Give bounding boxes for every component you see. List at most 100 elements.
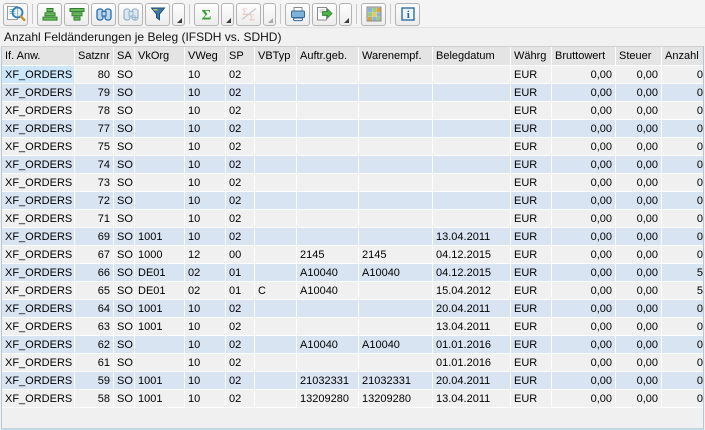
- cell-bruttowert[interactable]: 0,00: [552, 390, 616, 408]
- cell-belegdatum[interactable]: 13.04.2011: [433, 228, 511, 246]
- cell-anzahl[interactable]: 0: [662, 336, 704, 354]
- cell-vkorg[interactable]: [135, 138, 185, 156]
- cell-vkorg[interactable]: 1001: [135, 228, 185, 246]
- cell-vbtyp[interactable]: [255, 156, 297, 174]
- cell-bruttowert[interactable]: 0,00: [552, 210, 616, 228]
- cell-vkorg[interactable]: [135, 210, 185, 228]
- print-button[interactable]: [285, 3, 310, 26]
- column-header-bruttowert[interactable]: Bruttowert: [552, 47, 616, 66]
- sort-descending-button[interactable]: [64, 3, 89, 26]
- cell-anzahl[interactable]: 0: [662, 192, 704, 210]
- cell-auftrgeb[interactable]: [297, 156, 359, 174]
- cell-satznr[interactable]: 67: [75, 246, 114, 264]
- cell-bruttowert[interactable]: 0,00: [552, 192, 616, 210]
- cell-vweg[interactable]: 10: [185, 210, 226, 228]
- cell-satznr[interactable]: 63: [75, 318, 114, 336]
- cell-warenempf[interactable]: [359, 354, 433, 372]
- cell-warenempf[interactable]: 2145: [359, 246, 433, 264]
- table-row[interactable]: XF_ORDERS65SODE010201CA1004015.04.2012EU…: [2, 282, 704, 300]
- cell-vbtyp[interactable]: [255, 372, 297, 390]
- cell-anzahl[interactable]: 5: [662, 282, 704, 300]
- cell-sa[interactable]: SO: [114, 300, 135, 318]
- cell-vkorg[interactable]: 1001: [135, 390, 185, 408]
- column-header-warenempf[interactable]: Warenempf.: [359, 47, 433, 66]
- cell-anzahl[interactable]: 0: [662, 390, 704, 408]
- cell-vweg[interactable]: 10: [185, 390, 226, 408]
- table-row[interactable]: XF_ORDERS79SO1002EUR0,000,000: [2, 84, 704, 102]
- cell-warenempf[interactable]: [359, 138, 433, 156]
- cell-belegdatum[interactable]: 01.01.2016: [433, 336, 511, 354]
- cell-sa[interactable]: SO: [114, 318, 135, 336]
- cell-ifanw[interactable]: XF_ORDERS: [2, 84, 75, 102]
- cell-warenempf[interactable]: 13209280: [359, 390, 433, 408]
- cell-vbtyp[interactable]: [255, 84, 297, 102]
- cell-sp[interactable]: 02: [226, 336, 255, 354]
- cell-vbtyp[interactable]: C: [255, 282, 297, 300]
- column-header-satznr[interactable]: Satznr: [75, 47, 114, 66]
- cell-vweg[interactable]: 10: [185, 84, 226, 102]
- column-header-ifanw[interactable]: If. Anw.: [2, 47, 75, 66]
- cell-satznr[interactable]: 78: [75, 102, 114, 120]
- cell-bruttowert[interactable]: 0,00: [552, 336, 616, 354]
- cell-vweg[interactable]: 10: [185, 300, 226, 318]
- cell-sa[interactable]: SO: [114, 372, 135, 390]
- cell-sp[interactable]: 02: [226, 228, 255, 246]
- cell-waehrg[interactable]: EUR: [511, 354, 552, 372]
- cell-steuer[interactable]: 0,00: [616, 120, 662, 138]
- cell-sa[interactable]: SO: [114, 174, 135, 192]
- cell-ifanw[interactable]: XF_ORDERS: [2, 174, 75, 192]
- column-header-steuer[interactable]: Steuer: [616, 47, 662, 66]
- cell-anzahl[interactable]: 5: [662, 264, 704, 282]
- table-row[interactable]: XF_ORDERS77SO1002EUR0,000,000: [2, 120, 704, 138]
- table-row[interactable]: XF_ORDERS62SO1002A10040A1004001.01.2016E…: [2, 336, 704, 354]
- cell-vkorg[interactable]: [135, 120, 185, 138]
- cell-sa[interactable]: SO: [114, 282, 135, 300]
- cell-sa[interactable]: SO: [114, 192, 135, 210]
- cell-vweg[interactable]: 10: [185, 192, 226, 210]
- subtotal-dropdown-button[interactable]: [263, 3, 276, 26]
- cell-auftrgeb[interactable]: [297, 318, 359, 336]
- cell-vweg[interactable]: 10: [185, 120, 226, 138]
- cell-warenempf[interactable]: [359, 282, 433, 300]
- cell-vweg[interactable]: 10: [185, 66, 226, 84]
- cell-auftrgeb[interactable]: 13209280: [297, 390, 359, 408]
- cell-belegdatum[interactable]: 13.04.2011: [433, 318, 511, 336]
- cell-warenempf[interactable]: [359, 210, 433, 228]
- cell-waehrg[interactable]: EUR: [511, 210, 552, 228]
- column-header-vweg[interactable]: VWeg: [185, 47, 226, 66]
- cell-sp[interactable]: 02: [226, 66, 255, 84]
- cell-vkorg[interactable]: [135, 174, 185, 192]
- cell-vkorg[interactable]: 1001: [135, 318, 185, 336]
- cell-waehrg[interactable]: EUR: [511, 318, 552, 336]
- column-header-waehrg[interactable]: Währg: [511, 47, 552, 66]
- cell-vweg[interactable]: 12: [185, 246, 226, 264]
- find-next-button[interactable]: +: [118, 3, 143, 26]
- table-row[interactable]: XF_ORDERS73SO1002EUR0,000,000: [2, 174, 704, 192]
- cell-sa[interactable]: SO: [114, 354, 135, 372]
- cell-belegdatum[interactable]: 04.12.2015: [433, 246, 511, 264]
- cell-auftrgeb[interactable]: [297, 102, 359, 120]
- cell-anzahl[interactable]: 0: [662, 102, 704, 120]
- cell-waehrg[interactable]: EUR: [511, 120, 552, 138]
- cell-bruttowert[interactable]: 0,00: [552, 66, 616, 84]
- cell-steuer[interactable]: 0,00: [616, 336, 662, 354]
- table-row[interactable]: XF_ORDERS67SO100012002145214504.12.2015E…: [2, 246, 704, 264]
- cell-satznr[interactable]: 72: [75, 192, 114, 210]
- cell-vweg[interactable]: 10: [185, 318, 226, 336]
- cell-auftrgeb[interactable]: 21032331: [297, 372, 359, 390]
- cell-anzahl[interactable]: 0: [662, 246, 704, 264]
- cell-vbtyp[interactable]: [255, 336, 297, 354]
- cell-satznr[interactable]: 59: [75, 372, 114, 390]
- cell-belegdatum[interactable]: [433, 84, 511, 102]
- table-row[interactable]: XF_ORDERS71SO1002EUR0,000,000: [2, 210, 704, 228]
- cell-steuer[interactable]: 0,00: [616, 174, 662, 192]
- cell-anzahl[interactable]: 0: [662, 138, 704, 156]
- cell-sa[interactable]: SO: [114, 138, 135, 156]
- cell-bruttowert[interactable]: 0,00: [552, 228, 616, 246]
- cell-steuer[interactable]: 0,00: [616, 156, 662, 174]
- cell-vweg[interactable]: 10: [185, 174, 226, 192]
- cell-auftrgeb[interactable]: [297, 354, 359, 372]
- cell-auftrgeb[interactable]: [297, 192, 359, 210]
- cell-bruttowert[interactable]: 0,00: [552, 246, 616, 264]
- cell-anzahl[interactable]: 0: [662, 300, 704, 318]
